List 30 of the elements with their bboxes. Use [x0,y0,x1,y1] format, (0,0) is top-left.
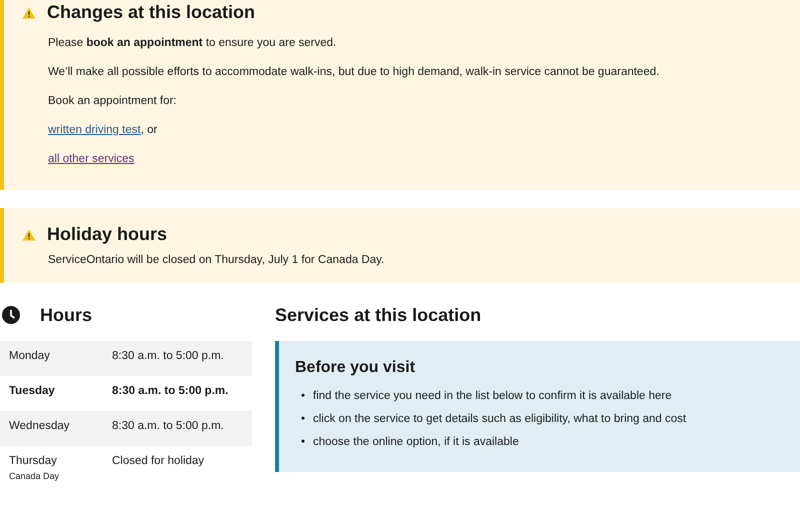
day-label: Wednesday [9,420,71,432]
day-label: Thursday [9,455,58,467]
alert-title: Changes at this location [47,2,256,23]
clock-icon [2,306,20,324]
alert-text: ServiceOntario will be closed on Thursday, July 1 for Canada Day. [48,253,386,268]
hours-time: 8:30 a.m. to 5:00 p.m. [112,420,224,434]
alert-title: Holiday hours [47,224,168,245]
holiday-note: Canada Day [9,471,60,481]
appointment-link[interactable]: all other services [48,153,134,165]
hours-time: Closed for holiday [112,455,204,469]
notice-item: choose the online option, if it is available [313,435,519,449]
warning-icon [22,6,36,18]
notice-item: find the service you need in the list below to confirm it is available here [313,389,672,403]
services-title: Services at this location [275,304,482,327]
hours-title: Hours [40,304,92,326]
notice-item: click on the service to get details such as eligibility, what to bring and cost [313,412,686,426]
hours-time: 8:30 a.m. to 5:00 p.m. [112,385,228,399]
warning-icon [22,228,36,240]
alert-text: Please book an appointment to ensure you are served. [48,36,338,51]
bullet: • [301,435,306,449]
bullet: • [301,389,306,403]
bullet: • [301,412,306,426]
link-suffix: , or [140,124,158,136]
hours-time: 8:30 a.m. to 5:00 p.m. [112,350,224,364]
appointment-link[interactable]: written driving test [48,124,141,136]
day-label: Monday [9,350,51,362]
notice-title: Before you visit [295,359,416,377]
alert-text: Book an appointment for: [48,94,178,109]
alert-text: We’ll make all possible efforts to accommodate walk-ins, but due to high demand, walk-in service cannot be guaranteed. [48,65,660,80]
day-label: Tuesday [9,385,56,397]
